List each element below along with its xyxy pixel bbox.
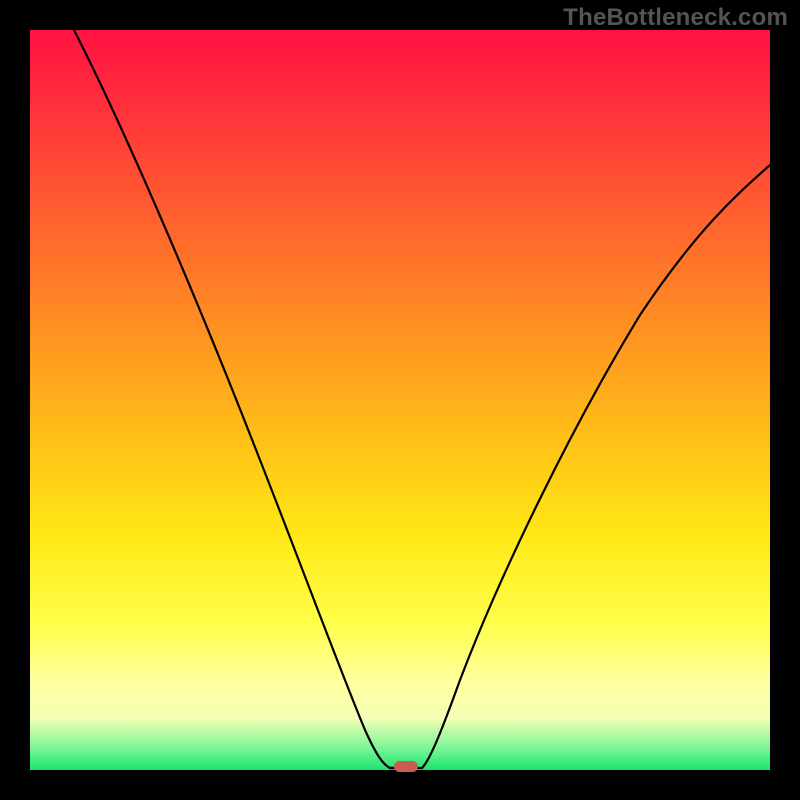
watermark-text: TheBottleneck.com: [563, 4, 788, 32]
bottleneck-curve: [30, 30, 770, 770]
chart-frame: TheBottleneck.com: [0, 0, 800, 800]
vertex-marker: [394, 761, 418, 772]
curve-right: [422, 165, 770, 768]
curve-left: [74, 30, 400, 768]
plot-area: [30, 30, 770, 770]
